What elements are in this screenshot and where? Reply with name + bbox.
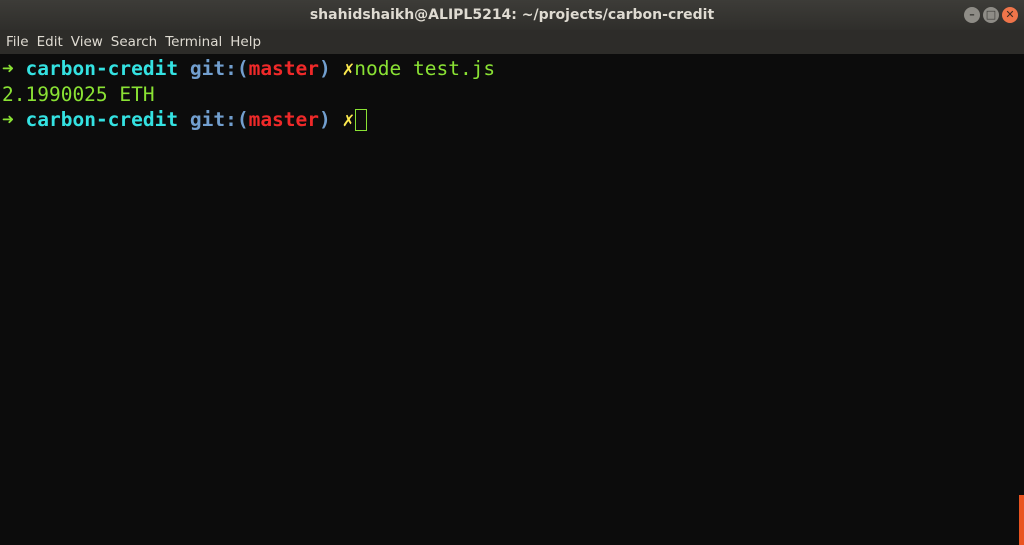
git-prefix: git:(: [189, 57, 249, 80]
prompt-directory: carbon-credit: [25, 108, 179, 131]
prompt-arrow-icon: ➜: [2, 108, 14, 131]
git-prefix: git:(: [189, 108, 249, 131]
close-button[interactable]: ✕: [1002, 7, 1018, 23]
prompt-line: ➜ carbon-credit git:(master) ✗node test.…: [2, 56, 1022, 82]
prompt-directory: carbon-credit: [25, 57, 179, 80]
menu-view[interactable]: View: [67, 30, 107, 54]
terminal-window: shahidshaikh@ALIPL5214: ~/projects/carbo…: [0, 0, 1024, 545]
maximize-button[interactable]: □: [983, 7, 999, 23]
menu-file[interactable]: File: [2, 30, 33, 54]
minimize-button[interactable]: –: [964, 7, 980, 23]
window-controls: – □ ✕: [964, 7, 1018, 23]
git-branch: master: [248, 57, 320, 80]
prompt-line-active: ➜ carbon-credit git:(master) ✗: [2, 107, 1022, 133]
menu-search[interactable]: Search: [107, 30, 161, 54]
window-title: shahidshaikh@ALIPL5214: ~/projects/carbo…: [309, 7, 715, 23]
command-text: node test.js: [354, 57, 496, 80]
git-suffix: ): [319, 108, 331, 131]
title-bar[interactable]: shahidshaikh@ALIPL5214: ~/projects/carbo…: [0, 0, 1024, 30]
dirty-marker-icon: ✗: [342, 108, 355, 131]
git-branch: master: [248, 108, 320, 131]
terminal-area[interactable]: ➜ carbon-credit git:(master) ✗node test.…: [0, 54, 1024, 545]
menu-edit[interactable]: Edit: [33, 30, 67, 54]
command-output: 2.1990025 ETH: [2, 82, 155, 106]
dirty-marker-icon: ✗: [342, 57, 355, 80]
menu-bar: File Edit View Search Terminal Help: [0, 30, 1024, 54]
menu-help[interactable]: Help: [226, 30, 265, 54]
text-cursor[interactable]: [355, 109, 368, 131]
git-suffix: ): [319, 57, 331, 80]
scrollbar-thumb[interactable]: [1019, 495, 1024, 545]
menu-terminal[interactable]: Terminal: [161, 30, 226, 54]
prompt-arrow-icon: ➜: [2, 57, 14, 80]
